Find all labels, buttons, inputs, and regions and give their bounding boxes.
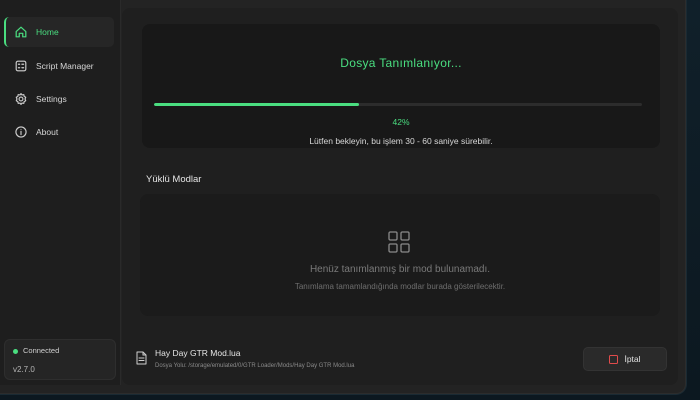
- progress-message: Lütfen bekleyin, bu işlem 30 - 60 saniye…: [309, 136, 493, 146]
- progress-card: Dosya Tanımlanıyor... 42% Lütfen bekleyi…: [142, 24, 660, 148]
- desktop: Home Script Manager Settings About Conne…: [0, 0, 700, 400]
- app-window: Home Script Manager Settings About Conne…: [0, 0, 686, 394]
- file-path: Dosya Yolu: /storage/emulated/0/GTR Load…: [155, 363, 355, 369]
- sidebar: Home Script Manager Settings About Conne…: [0, 0, 121, 385]
- status-dot-icon: [13, 349, 18, 354]
- sidebar-item-label: About: [36, 127, 59, 137]
- sidebar-item-settings[interactable]: Settings: [4, 84, 114, 114]
- sidebar-item-home[interactable]: Home: [4, 17, 114, 47]
- file-name: Hay Day GTR Mod.lua: [155, 348, 241, 358]
- gear-icon: [14, 92, 28, 106]
- connection-status: Connected: [23, 346, 60, 355]
- progress-percent: 42%: [392, 117, 410, 127]
- connection-status-panel: Connected v2.7.0: [4, 339, 116, 380]
- sidebar-item-label: Settings: [36, 94, 67, 104]
- cancel-button[interactable]: İptal: [583, 347, 667, 371]
- progress-bar: [154, 103, 642, 106]
- progress-bar-fill: [154, 103, 359, 106]
- sidebar-item-about[interactable]: About: [4, 117, 114, 147]
- script-manager-icon: [14, 59, 28, 73]
- file-icon: [136, 351, 147, 365]
- main-content: Dosya Tanımlanıyor... 42% Lütfen bekleyi…: [122, 8, 678, 385]
- sidebar-item-script-manager[interactable]: Script Manager: [4, 51, 114, 81]
- stop-icon: [609, 354, 619, 364]
- empty-state-subtitle: Tanımlama tamamlandığında modlar burada …: [294, 282, 506, 291]
- sidebar-item-label: Home: [36, 27, 59, 37]
- installed-mods-heading: Yüklü Modlar: [146, 174, 202, 185]
- mods-empty-state: Henüz tanımlanmış bir mod bulunamadı. Ta…: [140, 194, 660, 316]
- progress-title: Dosya Tanımlanıyor...: [340, 56, 462, 70]
- grid-icon: [388, 231, 410, 253]
- sidebar-item-label: Script Manager: [36, 61, 94, 71]
- app-version: v2.7.0: [13, 365, 35, 374]
- empty-state-title: Henüz tanımlanmış bir mod bulunamadı.: [309, 264, 491, 275]
- cancel-button-label: İptal: [624, 354, 641, 364]
- home-icon: [14, 25, 28, 39]
- info-icon: [14, 125, 28, 139]
